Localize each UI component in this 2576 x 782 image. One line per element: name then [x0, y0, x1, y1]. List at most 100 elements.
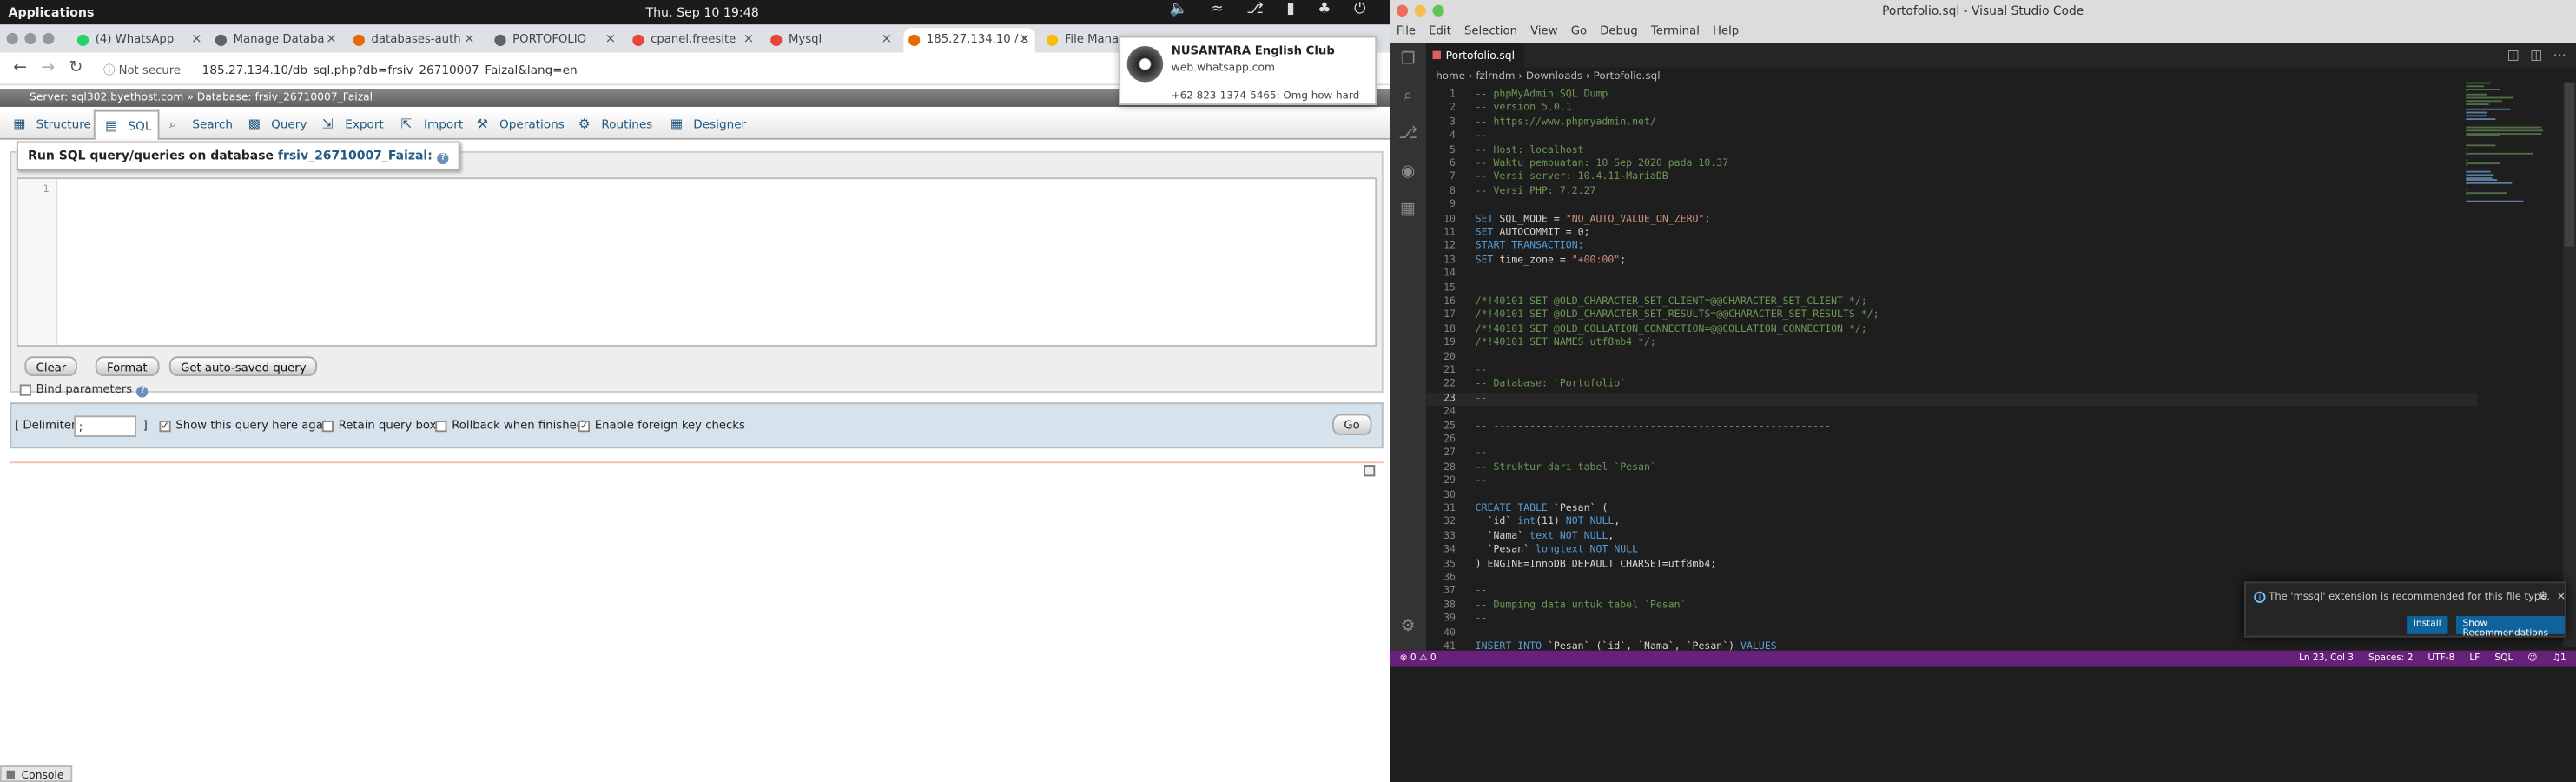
system-clock[interactable]: Thu, Sep 10 19:48: [645, 5, 758, 20]
applications-menu[interactable]: Applications: [8, 5, 94, 20]
tab-import[interactable]: ⇱ Import: [391, 110, 470, 140]
split-editor-icon[interactable]: ◫: [2507, 48, 2520, 63]
minimize-window-button[interactable]: [1414, 4, 1426, 17]
code-line[interactable]: 28 -- Struktur dari tabel `Pesan`: [1426, 461, 2478, 475]
bookmark-icon[interactable]: [1364, 465, 1376, 477]
cursor-position[interactable]: Ln 23, Col 3: [2299, 654, 2354, 664]
code-line[interactable]: 31 CREATE TABLE `Pesan` (: [1426, 503, 2478, 517]
menu-go[interactable]: Go: [1571, 24, 1587, 43]
code-line[interactable]: 18 /*!40101 SET @OLD_COLLATION_CONNECTION…: [1426, 323, 2478, 337]
code-line[interactable]: 21 --: [1426, 365, 2478, 379]
code-line[interactable]: 11 SET AUTOCOMMIT = 0;: [1426, 227, 2478, 241]
code-line[interactable]: 19 /*!40101 SET NAMES utf8mb4 */;: [1426, 337, 2478, 351]
close-tab-icon[interactable]: ×: [191, 31, 202, 46]
whatsapp-notification[interactable]: NUSANTARA English Club web.whatsapp.com …: [1119, 36, 1377, 106]
browser-tab[interactable]: PORTOFOLIO ×: [490, 28, 621, 52]
minimap[interactable]: [2466, 82, 2548, 214]
close-window-button[interactable]: [1396, 4, 1409, 17]
debug-icon[interactable]: ◉: [1398, 162, 1418, 182]
browser-tab[interactable]: (4) WhatsApp ×: [72, 28, 207, 52]
close-tab-icon[interactable]: ×: [326, 31, 337, 46]
retain-query-box-option[interactable]: Retain query box: [321, 419, 436, 432]
close-window-button[interactable]: [6, 32, 18, 45]
code-line[interactable]: 22 -- Database: `Portofolio`: [1426, 379, 2478, 393]
rollback-checkbox[interactable]: [435, 420, 447, 432]
browser-tab[interactable]: File Manag: [1041, 28, 1124, 52]
code-line[interactable]: 9: [1426, 199, 2478, 213]
code-line[interactable]: 33 `Nama` text NOT NULL,: [1426, 530, 2478, 544]
code-line[interactable]: 5 -- Host: localhost: [1426, 144, 2478, 158]
browser-tab[interactable]: databases-auth ×: [348, 28, 479, 52]
tab-operations[interactable]: ⚒ Operations: [466, 110, 571, 140]
back-arrow-icon[interactable]: ←: [13, 59, 27, 77]
show-recommendations-button[interactable]: Show Recommendations: [2455, 616, 2565, 640]
menu-view[interactable]: View: [1530, 24, 1557, 43]
tab-query[interactable]: ▩ Query: [238, 110, 314, 140]
close-icon[interactable]: ×: [2556, 590, 2566, 603]
code-line[interactable]: 34 `Pesan` longtext NOT NULL: [1426, 544, 2478, 558]
code-line[interactable]: 35) ENGINE=InnoDB DEFAULT CHARSET=utf8mb…: [1426, 558, 2478, 572]
code-line[interactable]: 14: [1426, 268, 2478, 282]
not-secure-indicator[interactable]: ⓘ Not secure: [103, 63, 181, 79]
wifi-icon[interactable]: ≈: [1212, 2, 1224, 18]
editor-tab-portofolio-sql[interactable]: Portofolio.sql: [1425, 43, 1525, 68]
reload-icon[interactable]: ↻: [69, 59, 83, 77]
clear-button[interactable]: Clear: [24, 356, 78, 376]
browser-tab-active[interactable]: 185.27.134.10 / s ×: [903, 28, 1035, 53]
scrollbar-thumb[interactable]: [2564, 82, 2575, 247]
menu-file[interactable]: File: [1397, 24, 1416, 43]
browser-tab[interactable]: cpanel.freesite ×: [628, 28, 759, 52]
sql-query-editor[interactable]: 1: [16, 177, 1377, 347]
code-line[interactable]: 8 -- Versi PHP: 7.2.27: [1426, 185, 2478, 199]
problems-indicator[interactable]: ⊗ 0 ⚠ 0: [1400, 654, 1437, 664]
menu-debug[interactable]: Debug: [1600, 24, 1638, 43]
settings-gear-icon[interactable]: ⚙: [1398, 618, 1418, 638]
code-line[interactable]: 15: [1426, 282, 2478, 295]
tab-search[interactable]: ⌕ Search: [159, 110, 239, 140]
code-line[interactable]: 12 START TRANSACTION;: [1426, 241, 2478, 255]
tab-structure[interactable]: ▦ Structure: [3, 110, 98, 140]
maximize-window-button[interactable]: [1432, 4, 1444, 17]
code-line[interactable]: 16 /*!40101 SET @OLD_CHARACTER_SET_CLIENT…: [1426, 295, 2478, 309]
code-line[interactable]: 27 --: [1426, 447, 2478, 461]
retain-query-box-checkbox[interactable]: [321, 420, 334, 432]
close-tab-icon[interactable]: ×: [464, 31, 475, 46]
layout-icon[interactable]: ◫: [2530, 48, 2542, 63]
code-line[interactable]: 30: [1426, 489, 2478, 503]
code-line[interactable]: 4 --: [1426, 130, 2478, 144]
close-tab-icon[interactable]: ×: [605, 31, 617, 46]
close-tab-icon[interactable]: ×: [881, 31, 892, 46]
editor-scrollbar[interactable]: [2562, 82, 2576, 647]
code-line[interactable]: 7 -- Versi server: 10.4.11-MariaDB: [1426, 171, 2478, 185]
code-line[interactable]: 6 -- Waktu pembuatan: 10 Sep 2020 pada 10…: [1426, 158, 2478, 172]
gear-icon[interactable]: ⚙: [2539, 590, 2549, 603]
help-icon[interactable]: ?: [136, 386, 149, 398]
console-toggle[interactable]: Console: [0, 765, 73, 782]
explorer-icon[interactable]: ❐: [1398, 51, 1418, 71]
delimiter-input[interactable]: ;: [74, 415, 137, 437]
forward-arrow-icon[interactable]: →: [41, 59, 55, 77]
tab-sql[interactable]: ▤ SQL: [93, 109, 160, 140]
code-line[interactable]: 10 SET SQL_MODE = "NO_AUTO_VALUE_ON_ZERO"…: [1426, 213, 2478, 227]
tab-routines[interactable]: ⚙ Routines: [568, 110, 658, 140]
format-button[interactable]: Format: [95, 356, 159, 376]
notifications-bell-icon[interactable]: ♫1: [2552, 654, 2566, 664]
extensions-icon[interactable]: ▦: [1398, 201, 1418, 221]
bind-parameters-option[interactable]: Bind parameters?: [19, 383, 149, 398]
source-control-icon[interactable]: ⎇: [1398, 125, 1418, 145]
code-line[interactable]: 23 --: [1425, 392, 2478, 407]
search-icon[interactable]: ⌕: [1398, 87, 1418, 107]
code-line[interactable]: 26: [1426, 434, 2478, 447]
language-mode[interactable]: SQL: [2494, 654, 2513, 664]
foreign-key-checks-option[interactable]: ✓ Enable foreign key checks: [578, 419, 745, 432]
code-line[interactable]: 3 -- https://www.phpmyadmin.net/: [1426, 116, 2478, 130]
menu-edit[interactable]: Edit: [1429, 24, 1451, 43]
code-line[interactable]: 25 -- -----------------------------------…: [1426, 420, 2478, 434]
maximize-window-button[interactable]: [43, 32, 55, 45]
help-icon[interactable]: ?: [437, 152, 449, 165]
code-editor[interactable]: 1 -- phpMyAdmin SQL Dump 2 -- version 5.0.1…: [1425, 83, 2478, 653]
browser-tab[interactable]: Mysql ×: [765, 28, 896, 52]
code-line[interactable]: 1 -- phpMyAdmin SQL Dump: [1426, 89, 2478, 103]
show-query-checkbox[interactable]: ✓: [159, 420, 171, 432]
more-actions-icon[interactable]: ⋯: [2553, 48, 2566, 63]
